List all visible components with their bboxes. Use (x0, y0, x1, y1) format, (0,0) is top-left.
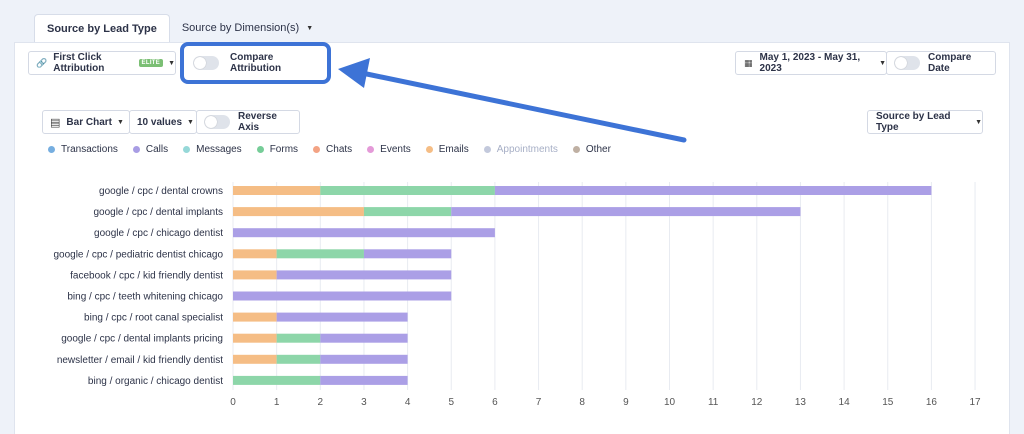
bar-segment-calls (363, 249, 452, 259)
bar-segment-calls (276, 312, 408, 322)
bar-segment-forms (276, 354, 321, 364)
bar-segment-forms (276, 333, 321, 343)
bar-segment-emails (233, 312, 277, 322)
x-tick-label: 7 (536, 397, 542, 408)
category-label: google / cpc / pediatric dentist chicago (53, 249, 223, 260)
bar-segment-calls (320, 333, 408, 343)
bar-segment-calls (451, 207, 801, 217)
x-tick-label: 10 (664, 397, 676, 408)
stacked-bar-chart: 0 1 2 3 4 5 6 7 8 9 10 11 12 13 14 15 16 17google / cpc /… (53, 182, 981, 408)
bar-segment-forms (276, 249, 364, 259)
bar-segment-calls (233, 228, 495, 238)
x-tick-label: 4 (405, 397, 411, 408)
bar-segment-calls (233, 291, 452, 301)
bar-segment-calls (276, 270, 452, 280)
bar-segment-calls (320, 375, 408, 385)
category-label: google / cpc / chicago dentist (94, 228, 223, 239)
bar-segment-emails (233, 333, 277, 343)
x-tick-label: 16 (926, 397, 938, 408)
bar-segment-emails (233, 207, 364, 217)
bar-segment-emails (233, 186, 321, 195)
bar-segment-forms (363, 207, 452, 217)
x-tick-label: 12 (751, 397, 763, 408)
x-tick-label: 13 (795, 397, 807, 408)
bar-segment-emails (233, 270, 277, 280)
x-tick-label: 6 (492, 397, 498, 408)
x-tick-label: 15 (882, 397, 894, 408)
x-tick-label: 14 (839, 397, 851, 408)
category-label: bing / cpc / root canal specialist (84, 313, 223, 324)
x-tick-label: 2 (318, 397, 324, 408)
category-label: google / cpc / dental implants (93, 207, 223, 218)
x-tick-label: 5 (448, 397, 454, 408)
category-label: bing / cpc / teeth whitening chicago (67, 292, 223, 303)
x-tick-label: 3 (361, 397, 367, 408)
bar-segment-calls (320, 354, 408, 364)
x-tick-label: 17 (969, 397, 981, 408)
x-tick-label: 11 (708, 397, 719, 408)
category-label: facebook / cpc / kid friendly dentist (70, 270, 223, 281)
category-label: newsletter / email / kid friendly dentis… (57, 355, 223, 366)
bar-segment-emails (233, 249, 277, 259)
bar-segment-calls (494, 186, 932, 195)
bar-segment-emails (233, 354, 277, 364)
category-label: bing / organic / chicago dentist (88, 376, 223, 387)
category-label: google / cpc / dental crowns (99, 186, 223, 197)
x-tick-label: 1 (274, 397, 280, 408)
x-tick-label: 9 (623, 397, 629, 408)
x-tick-label: 0 (230, 397, 236, 408)
category-label: google / cpc / dental implants pricing (61, 334, 223, 345)
bar-segment-forms (233, 375, 321, 385)
x-tick-label: 8 (579, 397, 585, 408)
bar-segment-forms (320, 186, 495, 195)
